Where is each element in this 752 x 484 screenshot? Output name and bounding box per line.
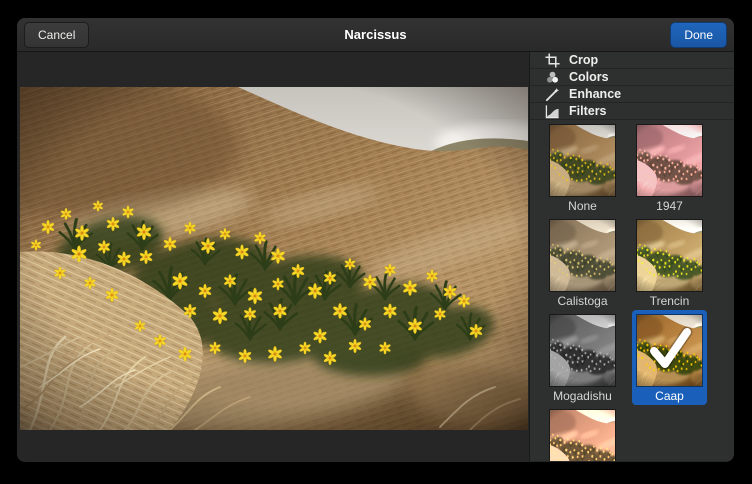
tool-enhance[interactable]: Enhance <box>530 85 734 102</box>
filter-thumbnail <box>550 315 615 386</box>
filter-thumbnail <box>637 125 702 196</box>
filter-tile-trencin[interactable]: Trencin <box>632 215 707 310</box>
filter-label: 1947 <box>632 199 707 213</box>
filter-tile-caap[interactable]: Caap <box>632 310 707 405</box>
tool-filters[interactable]: Filters <box>530 102 734 119</box>
filter-thumbnail <box>550 125 615 196</box>
filter-tile-calistoga[interactable]: Calistoga <box>545 215 620 310</box>
filter-thumbnail <box>637 220 702 291</box>
cancel-button[interactable]: Cancel <box>24 22 89 48</box>
tool-filters-label: Filters <box>569 104 607 118</box>
tool-crop[interactable]: Crop <box>530 52 734 68</box>
filter-thumbnail <box>550 410 615 461</box>
tool-enhance-label: Enhance <box>569 87 621 101</box>
selected-check-icon <box>637 315 702 386</box>
filter-tile-mogadishu[interactable]: Mogadishu <box>545 310 620 405</box>
filter-tile-none[interactable]: None <box>545 120 620 215</box>
edit-sidebar: Crop Colors <box>530 52 734 461</box>
filters-icon <box>544 103 560 119</box>
filter-label: Caap <box>632 389 707 403</box>
enhance-icon <box>544 86 560 102</box>
filters-grid: None 1947 Calistoga <box>530 119 734 461</box>
done-button[interactable]: Done <box>670 22 727 48</box>
filter-label: Mogadishu <box>545 389 620 403</box>
photo-canvas <box>20 87 528 430</box>
filter-tile-partial[interactable] <box>545 405 620 461</box>
content-area: Crop Colors <box>17 52 734 461</box>
tool-colors-label: Colors <box>569 70 609 84</box>
tool-colors[interactable]: Colors <box>530 68 734 85</box>
filter-thumbnail <box>637 315 702 386</box>
colors-icon <box>544 69 560 85</box>
filter-label: Trencin <box>632 294 707 308</box>
filter-label: Calistoga <box>545 294 620 308</box>
filter-tile-1947[interactable]: 1947 <box>632 120 707 215</box>
page-title: Narcissus <box>17 27 734 42</box>
tool-crop-label: Crop <box>569 53 598 67</box>
crop-icon <box>544 52 560 68</box>
filter-thumbnail <box>550 220 615 291</box>
photos-edit-window: Cancel Narcissus Done Crop <box>17 18 734 462</box>
filter-label: None <box>545 199 620 213</box>
header-bar: Cancel Narcissus Done <box>17 18 734 52</box>
photo-canvas-area <box>17 52 530 461</box>
